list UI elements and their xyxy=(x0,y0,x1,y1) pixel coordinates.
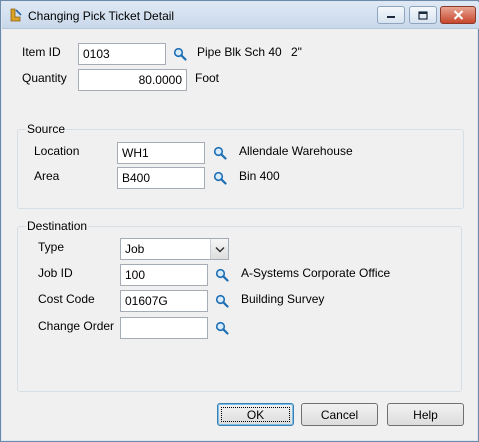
magnifier-icon[interactable] xyxy=(173,47,187,61)
change-order-label: Change Order xyxy=(38,319,115,333)
magnifier-icon[interactable] xyxy=(215,268,229,282)
minimize-icon xyxy=(387,16,395,18)
location-input[interactable]: WH1 xyxy=(117,142,205,164)
minimize-button[interactable] xyxy=(377,6,405,24)
window-title: Changing Pick Ticket Detail xyxy=(28,9,175,23)
job-description: A-Systems Corporate Office xyxy=(241,266,391,280)
type-dropdown-button[interactable] xyxy=(210,239,228,259)
maximize-button[interactable] xyxy=(409,6,437,24)
cost-code-input[interactable]: 01607G xyxy=(120,290,208,312)
area-label: Area xyxy=(34,169,60,183)
area-input[interactable]: B400 xyxy=(117,167,205,189)
ok-button[interactable]: OK xyxy=(217,403,294,426)
focus-rectangle xyxy=(221,407,290,422)
item-id-input[interactable]: 0103 xyxy=(78,43,166,65)
source-group-title: Source xyxy=(26,122,67,136)
destination-group-title: Destination xyxy=(26,219,89,233)
cancel-button[interactable]: Cancel xyxy=(301,403,378,426)
magnifier-icon[interactable] xyxy=(215,321,229,335)
help-button[interactable]: Help xyxy=(387,403,464,426)
area-description: Bin 400 xyxy=(239,169,280,183)
magnifier-icon[interactable] xyxy=(213,146,227,160)
item-description: Pipe Blk Sch 40 xyxy=(197,45,282,59)
close-icon xyxy=(453,10,463,20)
quantity-label: Quantity xyxy=(22,71,67,85)
location-label: Location xyxy=(34,144,80,158)
cost-code-description: Building Survey xyxy=(241,292,325,306)
change-order-input[interactable] xyxy=(120,317,208,339)
maximize-icon xyxy=(418,10,428,20)
cancel-button-label: Cancel xyxy=(320,407,359,422)
quantity-input[interactable]: 80.0000 xyxy=(78,69,187,91)
chevron-down-icon xyxy=(214,246,225,253)
type-select[interactable]: Job xyxy=(120,238,229,260)
title-bar[interactable]: Changing Pick Ticket Detail xyxy=(2,2,479,29)
cost-code-label: Cost Code xyxy=(38,292,95,306)
type-select-value: Job xyxy=(125,242,145,256)
item-id-label: Item ID xyxy=(22,45,61,59)
quantity-unit: Foot xyxy=(195,71,220,85)
dialog-window: Changing Pick Ticket Detail Item ID 0103… xyxy=(0,0,479,442)
item-size: 2" xyxy=(291,45,302,59)
destination-group xyxy=(17,226,462,392)
job-id-label: Job ID xyxy=(38,266,73,280)
location-description: Allendale Warehouse xyxy=(239,144,353,158)
app-icon xyxy=(10,8,22,22)
type-label: Type xyxy=(38,240,65,254)
magnifier-icon[interactable] xyxy=(215,294,229,308)
help-button-label: Help xyxy=(413,407,438,422)
job-id-input[interactable]: 100 xyxy=(120,264,208,286)
close-button[interactable] xyxy=(440,6,476,24)
magnifier-icon[interactable] xyxy=(213,171,227,185)
